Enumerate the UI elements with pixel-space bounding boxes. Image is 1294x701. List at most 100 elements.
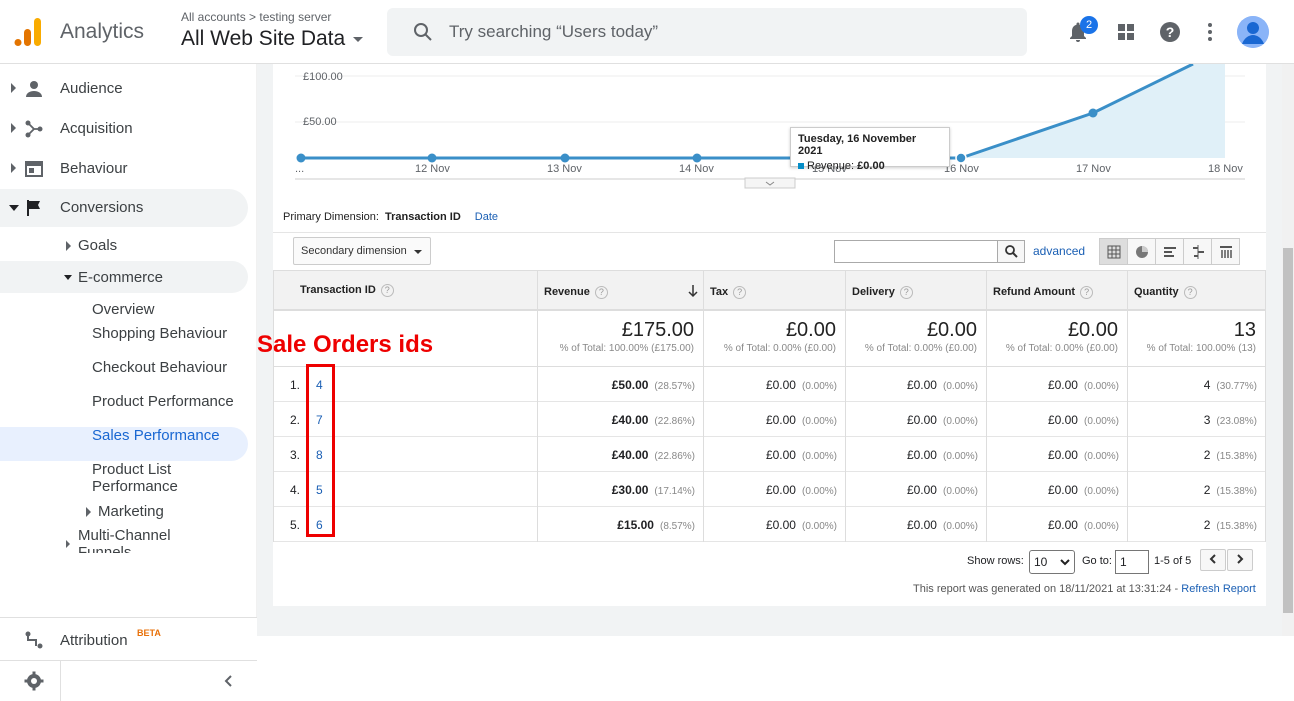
cell-value: £15.00 — [617, 518, 654, 532]
data-point[interactable] — [560, 153, 570, 163]
help-question-icon[interactable]: ? — [899, 286, 913, 299]
sidebar-label: Multi-Channel Funnels — [78, 527, 171, 553]
chevron-right-icon — [1237, 554, 1244, 564]
sidebar-item-multi-channel-funnels[interactable]: Multi-Channel Funnels — [64, 527, 244, 553]
settings-gear-icon[interactable] — [24, 671, 44, 691]
column-header-delivery[interactable]: Delivery? — [845, 270, 987, 310]
cell-tax: £0.00 (0.00%) — [766, 448, 837, 462]
help-icon[interactable]: ? — [1158, 20, 1182, 44]
sidebar-item-checkout-behaviour[interactable]: Checkout Behaviour — [92, 359, 242, 376]
cell-tax: £0.00 (0.00%) — [766, 518, 837, 532]
column-header-revenue[interactable]: Revenue? — [537, 270, 704, 310]
data-point[interactable] — [692, 153, 702, 163]
primary-dimension-label: Primary Dimension: — [283, 211, 379, 223]
cell-value: £0.00 — [1047, 448, 1078, 462]
sidebar-item-ecommerce[interactable]: E-commerce — [0, 261, 248, 293]
table-filter-input[interactable] — [834, 240, 998, 263]
cell-qty: 2 (15.38%) — [1204, 518, 1257, 532]
sidebar-item-sales-performance[interactable]: Sales Performance — [92, 427, 242, 444]
total-value: £175.00 — [621, 319, 694, 341]
primary-dimension-date-link[interactable]: Date — [475, 211, 498, 223]
help-question-icon[interactable]: ? — [594, 286, 608, 299]
help-question-icon[interactable]: ? — [1080, 286, 1094, 299]
cell-delivery: £0.00 (0.00%) — [907, 483, 978, 497]
divider — [273, 232, 1266, 233]
total-percent: % of Total: 0.00% (£0.00) — [1005, 343, 1118, 354]
sidebar-item-product-list-performance[interactable]: Product List Performance — [92, 461, 242, 495]
help-question-icon[interactable]: ? — [733, 286, 747, 299]
pie-view-button[interactable] — [1128, 239, 1156, 264]
cell-value: £0.00 — [765, 413, 796, 427]
pivot-view-button[interactable] — [1212, 239, 1240, 264]
cell-percent: (17.14%) — [654, 486, 695, 497]
total-percent: % of Total: 0.00% (£0.00) — [864, 343, 977, 354]
column-header-tax[interactable]: Tax? — [703, 270, 846, 310]
tooltip-revenue: Revenue: £0.00 — [798, 160, 942, 172]
help-question-icon[interactable]: ? — [1183, 286, 1197, 299]
sidebar-label: Attribution — [60, 632, 128, 649]
account-breadcrumb[interactable]: All accounts > testing server — [181, 10, 331, 24]
data-point[interactable] — [1088, 108, 1098, 118]
prev-page-button[interactable] — [1200, 549, 1226, 571]
next-page-button[interactable] — [1227, 549, 1253, 571]
sidebar-item-acquisition[interactable]: Acquisition — [0, 110, 248, 148]
cell-value: 2 — [1203, 518, 1211, 532]
table-view-button[interactable] — [1100, 239, 1128, 264]
expand-arrow-icon — [11, 83, 16, 93]
data-point[interactable] — [427, 153, 437, 163]
cell-refund: £0.00 (0.00%) — [1048, 413, 1119, 427]
data-point-highlighted[interactable] — [955, 152, 967, 164]
total-refund: £0.00 % of Total: 0.00% (£0.00) — [986, 310, 1128, 367]
scrollbar-thumb[interactable] — [1283, 248, 1293, 613]
column-divider — [273, 367, 274, 542]
account-avatar[interactable] — [1237, 16, 1269, 48]
app-title: Analytics — [60, 20, 145, 43]
sidebar-item-behaviour[interactable]: Behaviour — [0, 150, 248, 188]
cell-percent: (15.38%) — [1216, 451, 1257, 462]
performance-view-button[interactable] — [1156, 239, 1184, 264]
cell-value: £0.00 — [906, 378, 937, 392]
more-vert-icon[interactable] — [1198, 20, 1222, 44]
sidebar-label: E-commerce — [78, 269, 164, 286]
user-avatar-icon — [1237, 16, 1269, 48]
column-header-transaction-id[interactable]: Transaction ID? — [273, 270, 538, 310]
collapse-sidebar-chevron-icon[interactable] — [222, 674, 236, 688]
secondary-dimension-dropdown[interactable]: Secondary dimension — [293, 237, 431, 265]
cell-percent: (0.00%) — [801, 381, 837, 392]
property-selector[interactable]: All Web Site Data — [181, 27, 364, 51]
analytics-logo-icon[interactable] — [14, 16, 42, 48]
apps-grid-icon[interactable] — [1114, 20, 1138, 44]
data-point[interactable] — [296, 153, 306, 163]
help-question-icon[interactable]: ? — [380, 284, 394, 297]
sidebar-item-conversions[interactable]: Conversions — [0, 189, 248, 227]
total-delivery: £0.00 % of Total: 0.00% (£0.00) — [845, 310, 987, 367]
search-bar[interactable] — [387, 8, 1027, 56]
comparison-view-button[interactable] — [1184, 239, 1212, 264]
series-color-swatch — [798, 163, 804, 170]
primary-dimension-transaction-id[interactable]: Transaction ID — [385, 211, 461, 223]
refresh-report-link[interactable]: Refresh Report — [1181, 583, 1256, 595]
sidebar-item-audience[interactable]: Audience — [0, 70, 248, 108]
cell-value: £0.00 — [906, 448, 937, 462]
column-header-quantity[interactable]: Quantity? — [1127, 270, 1266, 310]
show-rows-label: Show rows: — [967, 555, 1024, 567]
column-header-refund-amount[interactable]: Refund Amount? — [986, 270, 1128, 310]
chart-resize-handle[interactable] — [744, 177, 796, 189]
sidebar-footer: Attribution BETA — [0, 617, 257, 701]
sidebar-item-shopping-behaviour[interactable]: Shopping Behaviour — [92, 325, 242, 342]
column-divider — [1127, 367, 1128, 542]
cell-value: 4 — [1203, 378, 1211, 392]
divider — [0, 660, 257, 661]
sidebar-item-attribution[interactable]: Attribution BETA — [0, 618, 257, 660]
search-input[interactable] — [449, 8, 1009, 56]
column-divider — [845, 367, 846, 542]
sidebar-item-overview[interactable]: Overview — [92, 301, 242, 318]
advanced-filter-link[interactable]: advanced — [1033, 244, 1085, 258]
table-filter-button[interactable] — [997, 240, 1025, 263]
rows-per-page-select[interactable]: 10 — [1029, 550, 1075, 574]
cell-delivery: £0.00 (0.00%) — [907, 518, 978, 532]
cell-value: £0.00 — [765, 483, 796, 497]
pivot-table-icon — [1220, 246, 1232, 258]
sidebar-item-product-performance[interactable]: Product Performance — [92, 393, 242, 410]
goto-page-input[interactable]: 1 — [1115, 550, 1149, 574]
